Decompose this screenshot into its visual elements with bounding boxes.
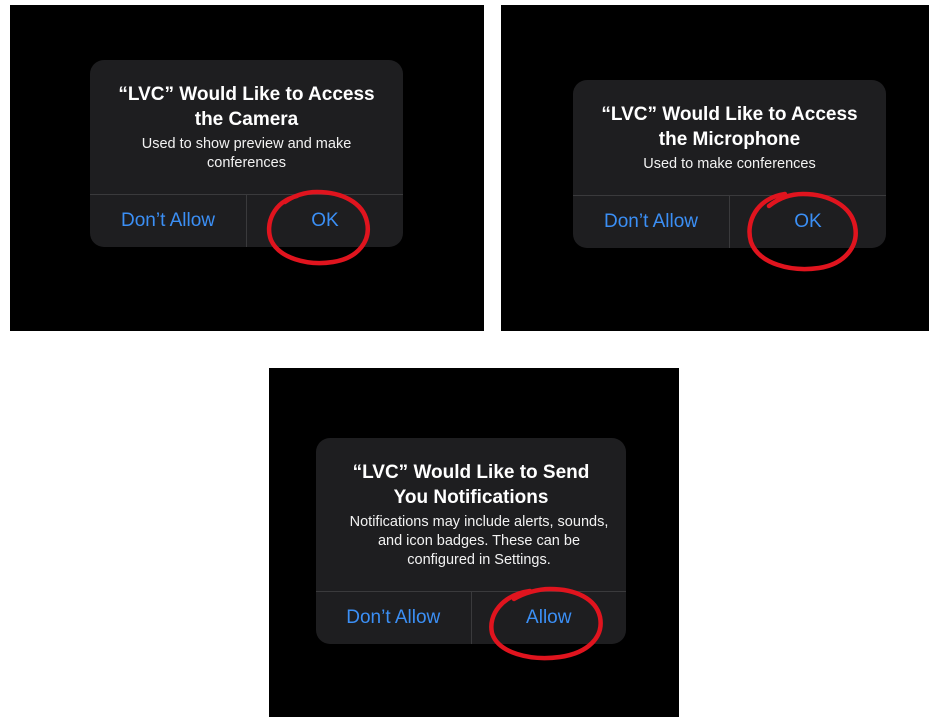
dont-allow-button[interactable]: Don’t Allow: [316, 592, 471, 644]
camera-permission-alert: “LVC” Would Like to Access the Camera Us…: [90, 60, 403, 247]
dont-allow-label: Don’t Allow: [346, 607, 441, 628]
ok-label: OK: [311, 210, 339, 231]
microphone-permission-screenshot: “LVC” Would Like to Access the Microphon…: [501, 5, 929, 331]
notifications-permission-screenshot: “LVC” Would Like to Send You Notificatio…: [269, 368, 679, 717]
alert-button-row: Don’t Allow OK: [573, 195, 886, 248]
alert-title: “LVC” Would Like to Access the Camera: [118, 84, 375, 130]
alert-title: “LVC” Would Like to Access the Microphon…: [601, 104, 858, 150]
dont-allow-label: Don’t Allow: [604, 211, 698, 232]
dont-allow-button[interactable]: Don’t Allow: [573, 196, 729, 248]
microphone-permission-alert: “LVC” Would Like to Access the Microphon…: [573, 80, 886, 248]
allow-button[interactable]: Allow: [470, 592, 627, 644]
alert-title: “LVC” Would Like to Send You Notificatio…: [352, 462, 590, 508]
allow-label: Allow: [526, 607, 572, 628]
alert-message: Notifications may include alerts, sounds…: [349, 514, 609, 568]
alert-message: Used to make conferences: [643, 156, 816, 172]
dont-allow-button[interactable]: Don’t Allow: [90, 195, 246, 247]
alert-message: Used to show preview and make conference…: [141, 136, 352, 171]
camera-permission-screenshot: “LVC” Would Like to Access the Camera Us…: [10, 5, 484, 331]
ok-label: OK: [794, 211, 822, 232]
ok-button[interactable]: OK: [246, 195, 403, 247]
alert-button-row: Don’t Allow OK: [90, 194, 403, 247]
dont-allow-label: Don’t Allow: [121, 210, 215, 231]
alert-button-row: Don’t Allow Allow: [316, 591, 626, 644]
ok-button[interactable]: OK: [729, 196, 886, 248]
notifications-permission-alert: “LVC” Would Like to Send You Notificatio…: [316, 438, 626, 644]
